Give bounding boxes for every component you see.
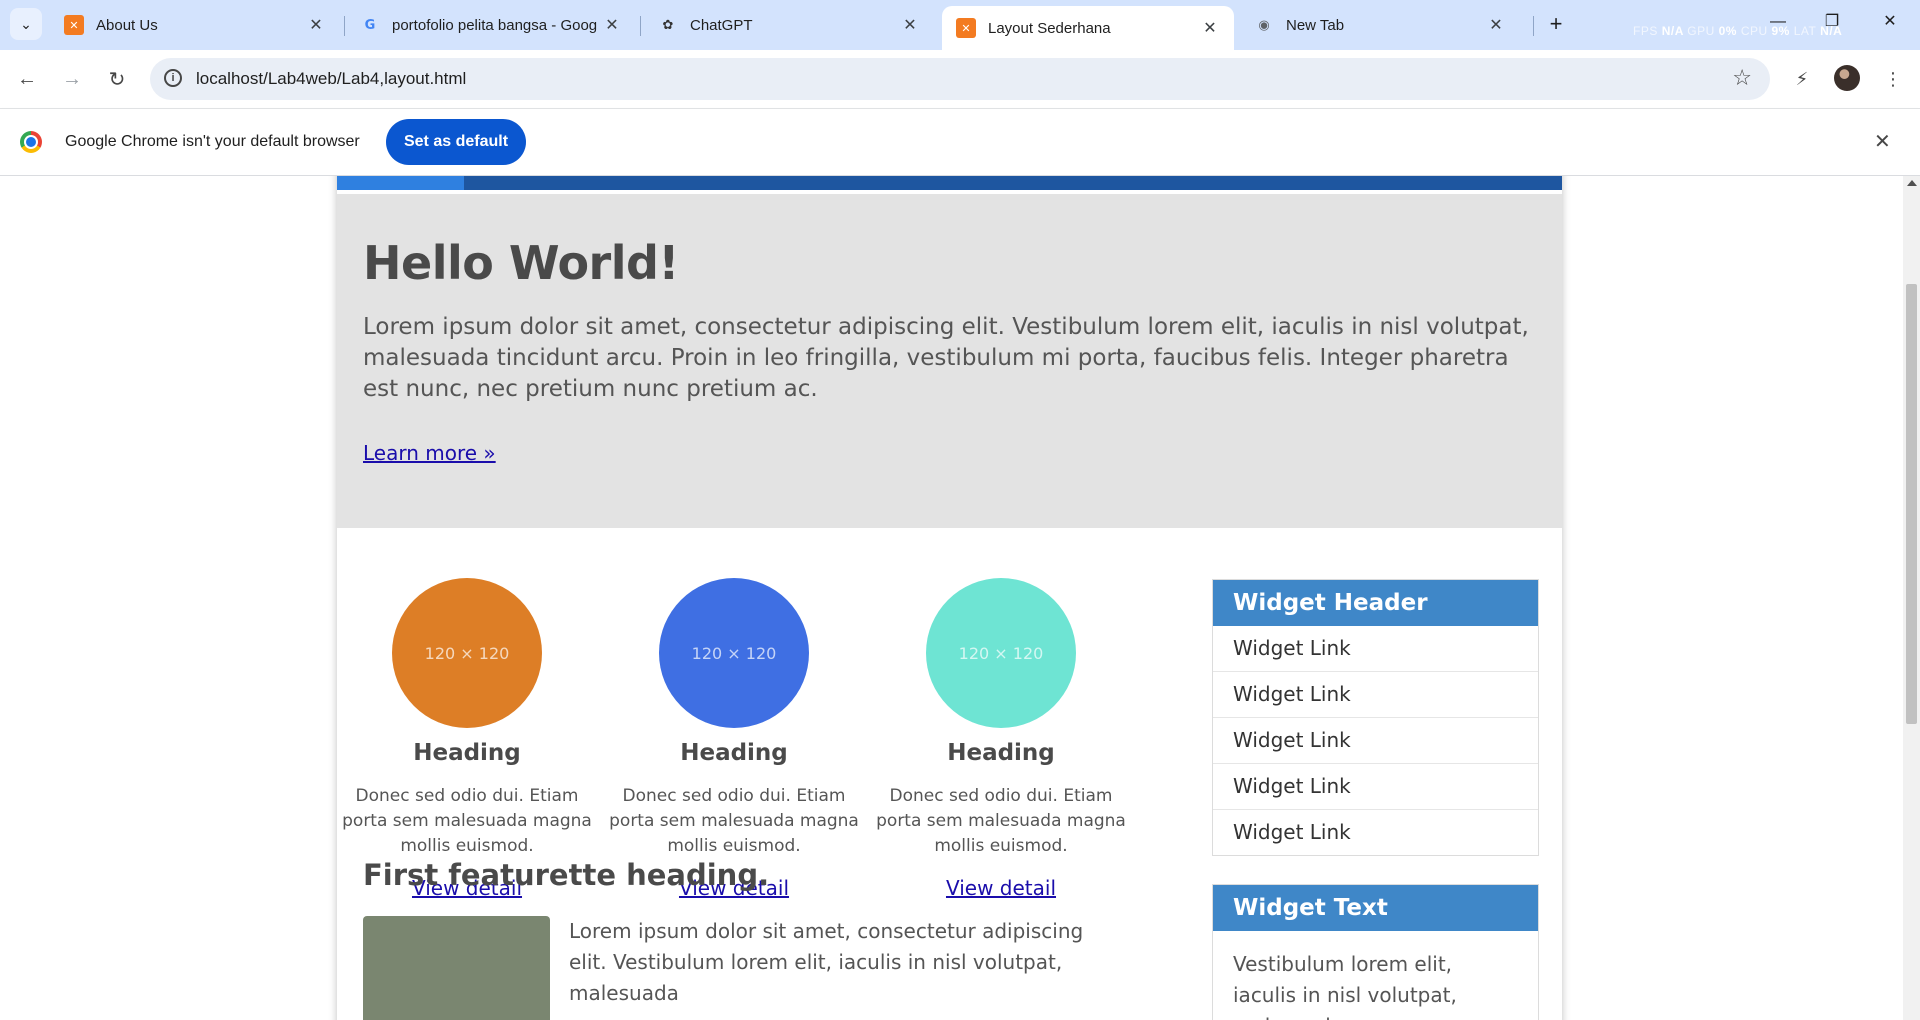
tab-chatgpt[interactable]: ✿ ChatGPT ✕ [644, 6, 934, 44]
xampp-icon: ✕ [956, 18, 976, 38]
column-heading: Heading [680, 740, 788, 766]
nav-active-item[interactable] [337, 176, 464, 190]
tab-about-us[interactable]: ✕ About Us ✕ [50, 6, 340, 44]
new-tab-button[interactable]: + [1540, 8, 1572, 40]
bookmark-star-icon[interactable]: ☆ [1732, 65, 1752, 91]
column-heading: Heading [413, 740, 521, 766]
page-container: Hello World! Lorem ipsum dolor sit amet,… [337, 176, 1562, 1020]
featurette-heading: First featurette heading. [363, 858, 770, 892]
learn-more-link[interactable]: Learn more » [363, 441, 496, 465]
column-text: Donec sed odio dui. Etiam porta sem male… [609, 786, 859, 856]
close-icon[interactable]: ✕ [1874, 129, 1891, 154]
tab-new-tab[interactable]: ◉ New Tab ✕ [1240, 6, 1520, 44]
tab-strip: ⌄ ✕ About Us ✕ G portofolio pelita bangs… [0, 0, 1920, 50]
performance-icon[interactable]: ⚡ [1785, 62, 1819, 96]
tab-title: About Us [96, 16, 158, 34]
placeholder-label: 120 × 120 [958, 643, 1044, 663]
tab-separator [1533, 16, 1534, 36]
column-heading: Heading [947, 740, 1055, 766]
jumbotron-text: Lorem ipsum dolor sit amet, consectetur … [363, 314, 1529, 402]
placeholder-image: 120 × 120 [659, 578, 809, 728]
widget-link[interactable]: Widget Link [1213, 809, 1538, 855]
widget-header: Widget Header [1213, 580, 1538, 626]
scroll-thumb[interactable] [1906, 284, 1917, 724]
placeholder-image: 120 × 120 [926, 578, 1076, 728]
tab-title: New Tab [1286, 16, 1345, 34]
feature-column-2: 120 × 120 Heading Donec sed odio dui. Et… [609, 578, 859, 900]
forward-icon[interactable]: → [55, 62, 89, 96]
perf-overlay: FPS N/A GPU 0% CPU 9% LAT N/A [1633, 24, 1842, 38]
close-icon[interactable]: ✕ [306, 15, 326, 35]
widget-links: Widget Header Widget Link Widget Link Wi… [1212, 579, 1539, 856]
site-navbar [337, 176, 1562, 190]
minimize-icon[interactable]: — [1766, 10, 1790, 34]
infobar-message: Google Chrome isn't your default browser [65, 133, 360, 150]
close-icon[interactable]: ✕ [602, 15, 622, 35]
avatar[interactable] [1834, 65, 1860, 91]
set-as-default-button[interactable]: Set as default [386, 119, 526, 165]
fps-label: FPS [1633, 24, 1658, 38]
default-browser-infobar: Google Chrome isn't your default browser… [0, 109, 1920, 176]
tab-layout-sederhana[interactable]: ✕ Layout Sederhana ✕ [942, 6, 1234, 50]
cpu-label: CPU [1740, 24, 1768, 38]
jumbotron: Hello World! Lorem ipsum dolor sit amet,… [337, 194, 1562, 528]
feature-column-1: 120 × 120 Heading Donec sed odio dui. Et… [342, 578, 592, 900]
tab-title: portofolio pelita bangsa - Goog [392, 16, 598, 34]
window-close-icon[interactable]: ✕ [1878, 10, 1902, 34]
widget-text-header: Widget Text [1213, 885, 1538, 931]
placeholder-label: 120 × 120 [424, 643, 510, 663]
lat-label: LAT [1793, 24, 1817, 38]
address-bar[interactable]: i localhost/Lab4web/Lab4,layout.html ☆ [150, 58, 1770, 100]
widget-text-body: Vestibulum lorem elit, iaculis in nisl v… [1233, 952, 1457, 1020]
view-detail-link[interactable]: View detail [946, 876, 1056, 900]
tab-title: ChatGPT [690, 16, 753, 34]
tab-separator [344, 16, 345, 36]
column-text: Donec sed odio dui. Etiam porta sem male… [342, 786, 592, 856]
widget-link[interactable]: Widget Link [1213, 763, 1538, 809]
reload-icon[interactable]: ↻ [100, 62, 134, 96]
feature-column-3: 120 × 120 Heading Donec sed odio dui. Et… [876, 578, 1126, 900]
gpu-value: 0% [1718, 24, 1737, 38]
scroll-up-arrow-icon[interactable] [1907, 180, 1917, 186]
featurette-image [363, 916, 550, 1020]
xampp-icon: ✕ [64, 15, 84, 35]
restore-icon[interactable]: ❐ [1820, 10, 1844, 34]
placeholder-label: 120 × 120 [691, 643, 777, 663]
plus-icon: + [1549, 11, 1563, 36]
widget-link[interactable]: Widget Link [1213, 671, 1538, 717]
column-text: Donec sed odio dui. Etiam porta sem male… [876, 786, 1126, 856]
back-icon[interactable]: ← [10, 62, 44, 96]
menu-kebab-icon[interactable]: ⋮ [1876, 62, 1910, 96]
placeholder-image: 120 × 120 [392, 578, 542, 728]
tab-title: Layout Sederhana [988, 19, 1111, 37]
widget-link[interactable]: Widget Link [1213, 717, 1538, 763]
fps-value: N/A [1661, 24, 1684, 38]
widget-text: Widget Text Vestibulum lorem elit, iacul… [1212, 884, 1539, 1020]
chrome-icon: ◉ [1258, 17, 1270, 32]
featurette-text: Lorem ipsum dolor sit amet, consectetur … [569, 919, 1084, 1005]
close-icon[interactable]: ✕ [900, 15, 920, 35]
chevron-down-icon: ⌄ [20, 15, 32, 32]
tab-search-button[interactable]: ⌄ [10, 8, 42, 40]
page-scrollbar[interactable] [1903, 176, 1920, 1020]
tab-portofolio[interactable]: G portofolio pelita bangsa - Goog ✕ [346, 6, 636, 44]
site-info-icon[interactable]: i [164, 69, 182, 87]
jumbotron-title: Hello World! [363, 236, 679, 290]
close-icon[interactable]: ✕ [1486, 15, 1506, 35]
gpu-label: GPU [1687, 24, 1715, 38]
page-viewport: Hello World! Lorem ipsum dolor sit amet,… [0, 176, 1903, 1020]
url-text[interactable]: localhost/Lab4web/Lab4,layout.html [196, 69, 466, 89]
chrome-logo-icon [20, 131, 42, 153]
browser-toolbar: ← → ↻ i localhost/Lab4web/Lab4,layout.ht… [0, 50, 1920, 109]
widget-link[interactable]: Widget Link [1213, 626, 1538, 671]
tab-separator [640, 16, 641, 36]
chatgpt-icon: ✿ [662, 17, 674, 32]
close-icon[interactable]: ✕ [1200, 18, 1220, 38]
google-icon: G [364, 17, 376, 33]
